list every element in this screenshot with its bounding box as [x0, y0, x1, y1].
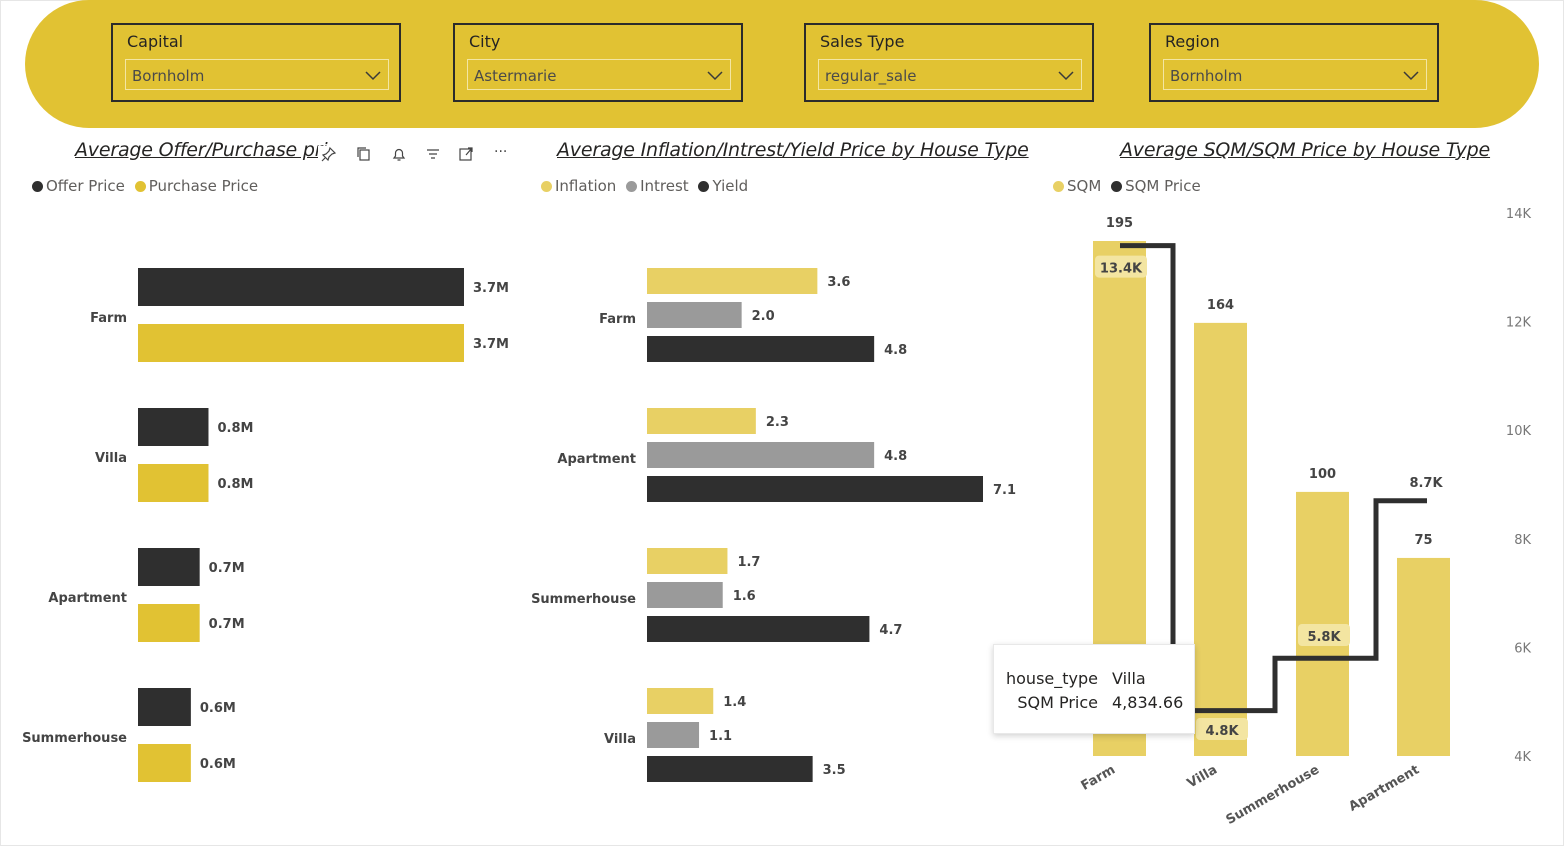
- bar-intrest[interactable]: [647, 582, 723, 608]
- data-label: 2.3: [766, 415, 789, 430]
- data-label: 3.6: [827, 275, 850, 290]
- category-label: Apartment: [557, 452, 636, 467]
- bar-inflation[interactable]: [647, 268, 818, 294]
- data-label: 0.6M: [200, 701, 236, 716]
- category-label: Summerhouse: [531, 592, 636, 607]
- line-data-label: 8.7K: [1409, 476, 1443, 491]
- data-label: 1.4: [723, 695, 746, 710]
- data-label: 2.0: [752, 309, 775, 324]
- y2-tick-label: 10K: [1506, 424, 1532, 439]
- bar-yield[interactable]: [647, 336, 875, 362]
- data-label: 4.7: [879, 623, 902, 638]
- bar-offer-price[interactable]: [138, 548, 200, 586]
- bar-sqm[interactable]: [1397, 557, 1450, 756]
- bar-offer-price[interactable]: [138, 268, 464, 306]
- bar-purchase-price[interactable]: [138, 604, 200, 642]
- data-label: 3.7M: [473, 281, 509, 296]
- y2-tick-label: 14K: [1506, 207, 1532, 222]
- data-label: 0.7M: [209, 617, 245, 632]
- x-axis-label: Villa: [1185, 762, 1220, 791]
- bar-yield[interactable]: [647, 616, 870, 642]
- data-tooltip: house_type Villa SQM Price 4,834.66: [993, 644, 1195, 734]
- bar-purchase-price[interactable]: [138, 324, 464, 362]
- data-label: 164: [1207, 298, 1234, 313]
- tooltip-key: SQM Price: [1017, 693, 1098, 712]
- data-label: 0.7M: [209, 561, 245, 576]
- chart-offer-purchase: Farm 3.7M 3.7M Villa 0.8M 0.8M Apartment 0.7M 0.…: [22, 207, 1532, 828]
- bar-inflation[interactable]: [647, 688, 714, 714]
- category-label: Farm: [599, 312, 636, 327]
- data-label: 0.6M: [200, 757, 236, 772]
- x-axis-label: Apartment: [1346, 762, 1422, 814]
- bar-sqm[interactable]: [1194, 322, 1247, 756]
- data-label: 195: [1106, 216, 1133, 231]
- line-sqm-price: [1120, 243, 1427, 714]
- x-axis-label: Farm: [1079, 762, 1118, 793]
- data-label: 100: [1309, 467, 1336, 482]
- x-axis-label: Summerhouse: [1224, 762, 1323, 828]
- data-label: 3.7M: [473, 337, 509, 352]
- bar-inflation[interactable]: [647, 548, 728, 574]
- data-label: 7.1: [993, 483, 1016, 498]
- tooltip-value: 4,834.66: [1112, 693, 1184, 712]
- bar-yield[interactable]: [647, 756, 813, 782]
- bar-sqm[interactable]: [1296, 491, 1349, 756]
- y2-tick-label: 4K: [1514, 750, 1531, 765]
- data-label: 4.8: [884, 343, 907, 358]
- bar-offer-price[interactable]: [138, 688, 191, 726]
- bar-yield[interactable]: [647, 476, 983, 502]
- data-label: 3.5: [823, 763, 846, 778]
- data-label: 4.8: [884, 449, 907, 464]
- bar-offer-price[interactable]: [138, 408, 209, 446]
- y2-tick-label: 6K: [1514, 641, 1531, 656]
- category-label: Villa: [604, 732, 636, 747]
- y2-tick-label: 12K: [1506, 316, 1532, 331]
- data-label: 75: [1414, 533, 1432, 548]
- line-data-label: 5.8K: [1307, 630, 1341, 645]
- bar-intrest[interactable]: [647, 302, 742, 328]
- category-label: Apartment: [48, 591, 127, 606]
- category-label: Farm: [90, 311, 127, 326]
- data-label: 0.8M: [217, 421, 253, 436]
- tooltip-key: house_type: [1006, 669, 1098, 688]
- category-label: Villa: [95, 451, 127, 466]
- tooltip-value: Villa: [1112, 669, 1146, 688]
- y2-tick-label: 8K: [1514, 533, 1531, 548]
- line-data-label: 13.4K: [1100, 262, 1143, 277]
- bar-inflation[interactable]: [647, 408, 756, 434]
- category-label: Summerhouse: [22, 731, 127, 746]
- data-label: 1.7: [737, 555, 760, 570]
- data-label: 1.6: [733, 589, 756, 604]
- data-label: 0.8M: [217, 477, 253, 492]
- bar-purchase-price[interactable]: [138, 464, 209, 502]
- bar-intrest[interactable]: [647, 722, 700, 748]
- line-data-label: 4.8K: [1205, 724, 1239, 739]
- bar-intrest[interactable]: [647, 442, 875, 468]
- bar-purchase-price[interactable]: [138, 744, 191, 782]
- data-label: 1.1: [709, 729, 732, 744]
